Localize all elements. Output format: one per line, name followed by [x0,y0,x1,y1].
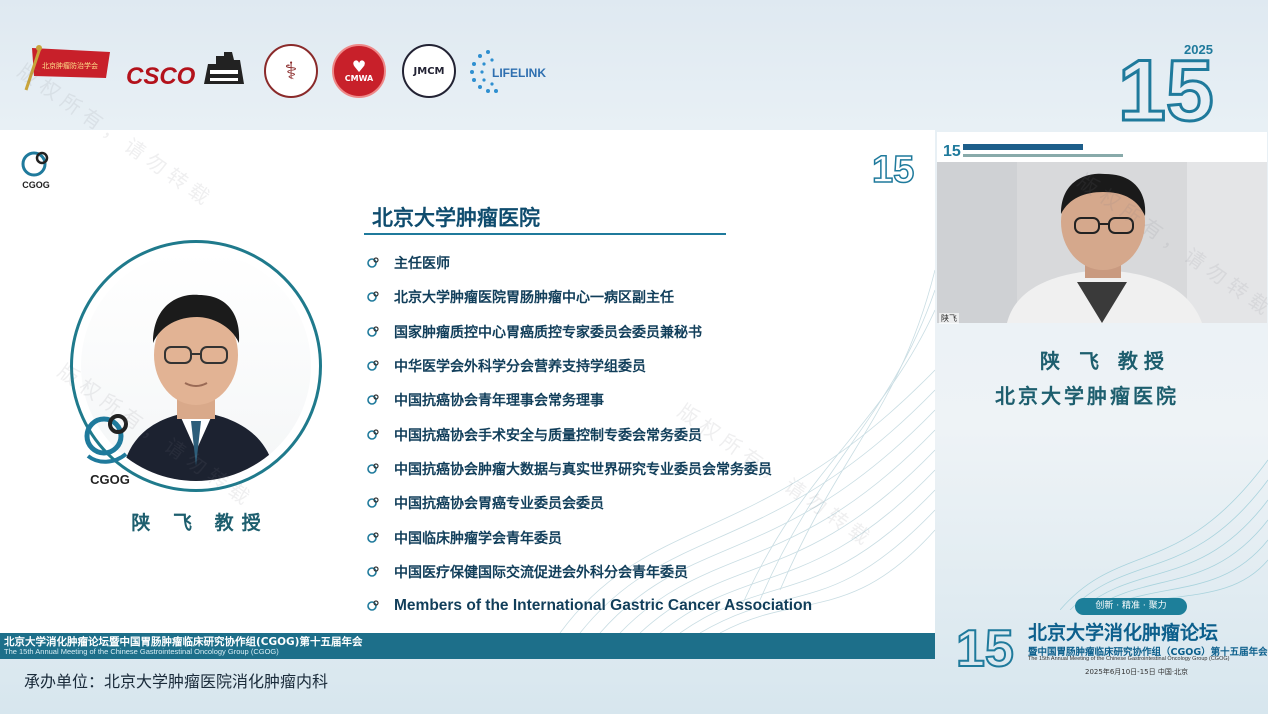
credential-text: 国家肿瘤质控中心胃癌质控专家委员会委员兼秘书 [394,324,702,341]
credential-text: Members of the International Gastric Can… [394,597,813,615]
conference-english-title: The 15th Annual Meeting of the Chinese G… [1028,656,1230,662]
svg-text:CGOG: CGOG [90,472,130,487]
video-frame: 15 [937,132,1267,323]
cgog-corner-logo: CGOG [16,146,56,192]
credential-item: 中国抗癌协会胃癌专业委员会委员 [366,486,812,520]
csco-logo: CSCO [124,46,250,92]
conference-tagline: 创新 · 精准 · 聚力 [1075,598,1187,615]
svg-text:LIFELINK: LIFELINK [492,66,546,80]
organizer-text: 承办单位：北京大学肿瘤医院消化肿瘤内科 [24,672,329,691]
credential-item: 中华医学会外科学分会营养支持学组委员 [366,349,812,383]
svg-text:15: 15 [943,143,961,160]
credential-text: 中国抗癌协会胃癌专业委员会委员 [394,496,604,513]
credential-text: 中国抗癌协会手术安全与质量控制专委会常务委员 [394,427,702,444]
cgog-bullet-icon [367,291,379,303]
svg-text:2025: 2025 [1184,42,1213,57]
side-speaker-hospital: 北京大学肿瘤医院 [995,384,1179,408]
credential-text: 中国临床肿瘤学会青年委员 [394,530,562,547]
sponsor-logo-bar: 北京肿瘤防治学会 CSCO ⚕ ♥ CMWA JMCM LIFELINK 15 … [0,0,1268,141]
cgog-bullet-icon [367,326,379,337]
credential-item: 主任医师 [366,246,812,280]
speaker-video-feed: 15 [937,132,1267,323]
svg-text:15: 15 [872,149,914,186]
cgog-bullet-icon [367,566,379,577]
lifelink-logo: LIFELINK [466,44,556,98]
cgog-bullet-icon [367,429,379,440]
conference-title: 北京大学消化肿瘤论坛 [1028,622,1219,644]
cgog-bullet-icon [367,360,379,371]
conference-15-logo: 15 [955,616,1026,679]
credential-text: 中国医疗保健国际交流促进会外科分会青年委员 [394,564,688,581]
credential-text: 中华医学会外科学分会营养支持学组委员 [394,359,646,376]
credential-item: 中国抗癌协会手术安全与质量控制专委会常务委员 [366,417,812,451]
jmcm-logo: JMCM [402,44,456,98]
cgog-bullet-icon [367,531,379,543]
svg-text:15: 15 [956,620,1014,670]
credential-item: 北京大学肿瘤医院胃肠肿瘤中心一病区副主任 [366,280,812,314]
credential-item: 中国抗癌协会青年理事会常务理事 [366,383,812,417]
side-wave-decoration [1060,459,1268,610]
cgog-bullet-icon [367,394,379,406]
credential-text: 北京大学肿瘤医院胃肠肿瘤中心一病区副主任 [394,290,674,307]
video-participant-label: 陕飞 [939,313,959,324]
credential-text: 中国抗癌协会青年理事会常务理事 [394,393,604,410]
credential-item: 中国抗癌协会肿瘤大数据与真实世界研究专业委员会常务委员 [366,452,812,486]
flag-logo-text: 北京肿瘤防治学会 [42,61,98,70]
conference-date: 2025年6月10日-15日 中国·北京 [1085,668,1189,676]
credential-item: 中国临床肿瘤学会青年委员 [366,520,812,554]
cgog-bullet-icon [367,257,379,268]
cgog-bullet-icon [367,600,379,611]
cgog-bullet-icon [367,463,379,474]
svg-text:CGOG: CGOG [22,180,50,190]
slide-footer-subtitle: The 15th Annual Meeting of the Chinese G… [4,647,279,656]
credential-text: 中国抗癌协会肿瘤大数据与真实世界研究专业委员会常务委员 [394,461,772,478]
credential-text: 主任医师 [394,256,450,273]
cgog-badge-logo: CGOG [78,406,142,488]
credential-item: Members of the International Gastric Can… [366,589,812,623]
hospital-title: 北京大学肿瘤医院 [372,206,540,230]
presentation-slide: CGOG 15 CGOG 陕 飞 教授 北京大学肿瘤医院 主任医师 北京大学肿瘤… [0,130,935,633]
side-speaker-name: 陕 飞 教授 [1040,349,1170,373]
speaker-name: 陕 飞 教授 [131,512,269,534]
cgog-bullet-icon [367,497,379,509]
title-divider [364,233,726,235]
credential-item: 中国医疗保健国际交流促进会外科分会青年委员 [366,555,812,589]
cmwa-logo: ♥ CMWA [332,44,386,98]
credentials-list: 主任医师北京大学肿瘤医院胃肠肿瘤中心一病区副主任国家肿瘤质控中心胃癌质控专家委员… [366,246,812,623]
society-flag-logo: 北京肿瘤防治学会 [22,42,114,94]
medical-association-logo: ⚕ [264,44,318,98]
anniversary-15-logo: 15 2025 [1117,36,1228,141]
credential-item: 国家肿瘤质控中心胃癌质控专家委员会委员兼秘书 [366,315,812,349]
slide-15-logo: 15 [871,146,924,192]
svg-text:CSCO: CSCO [126,63,196,90]
